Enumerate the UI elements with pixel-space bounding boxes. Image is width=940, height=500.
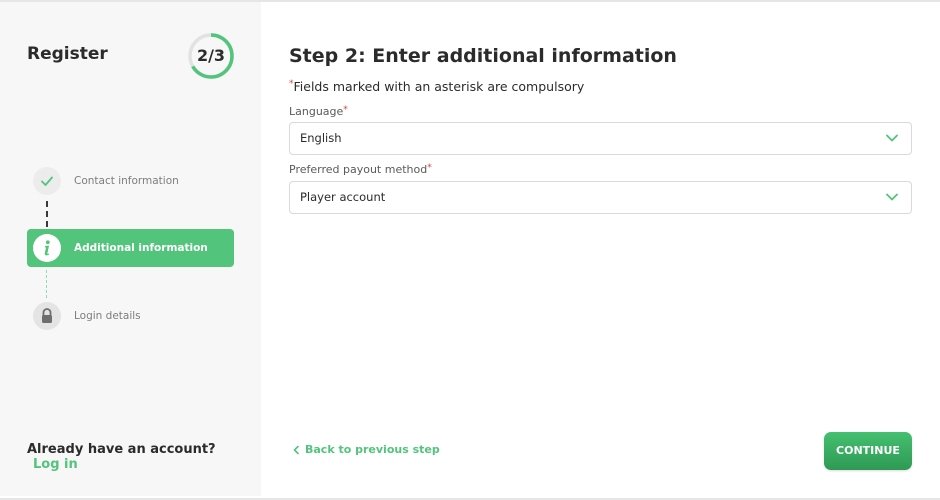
step-label: Additional information	[74, 242, 208, 254]
info-icon	[33, 234, 61, 262]
back-link-label: Back to previous step	[305, 443, 440, 456]
login-prompt: Already have an account?Log in	[27, 442, 237, 472]
progress-label: 2/3	[196, 46, 226, 65]
required-asterisk: *	[343, 105, 348, 115]
language-select[interactable]: English	[289, 122, 912, 155]
language-label: Language*	[289, 105, 348, 118]
step-connector	[46, 201, 48, 227]
step-contact-information[interactable]: Contact information	[27, 162, 234, 200]
sidebar: Register 2/3 Contact information Additio…	[0, 2, 261, 496]
required-note-text: Fields marked with an asterisk are compu…	[293, 79, 585, 94]
language-label-text: Language	[289, 105, 344, 118]
step-additional-information[interactable]: Additional information	[27, 229, 234, 267]
chevron-down-icon	[886, 134, 898, 142]
step-login-details[interactable]: Login details	[27, 297, 234, 335]
required-note: *Fields marked with an asterisk are comp…	[289, 79, 584, 94]
lock-icon	[33, 302, 61, 330]
back-to-previous-step-link[interactable]: Back to previous step	[292, 443, 440, 456]
language-select-value: English	[300, 131, 342, 145]
required-asterisk: *	[427, 163, 432, 173]
chevron-left-icon	[293, 445, 299, 455]
page-title: Step 2: Enter additional information	[289, 45, 677, 67]
sidebar-title: Register	[27, 44, 108, 64]
step-label: Contact information	[74, 175, 179, 187]
continue-button[interactable]: CONTINUE	[824, 432, 912, 470]
payout-method-select[interactable]: Player account	[289, 181, 912, 214]
chevron-down-icon	[886, 193, 898, 201]
progress-ring: 2/3	[186, 31, 236, 81]
login-prompt-text: Already have an account?	[27, 442, 216, 457]
step-connector	[46, 270, 47, 298]
login-link[interactable]: Log in	[33, 457, 78, 472]
payout-method-select-value: Player account	[300, 190, 386, 204]
step-label: Login details	[74, 310, 141, 322]
check-icon	[33, 167, 61, 195]
payout-method-label: Preferred payout method*	[289, 163, 432, 176]
payout-method-label-text: Preferred payout method	[289, 163, 428, 176]
